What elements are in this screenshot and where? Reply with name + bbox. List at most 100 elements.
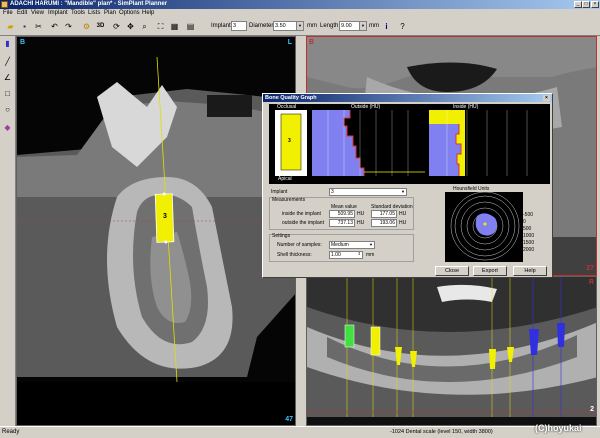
- diameter-value: 3.50: [275, 23, 286, 29]
- inside-mean-field: 509.95: [329, 210, 355, 218]
- cut-icon[interactable]: ✂: [32, 20, 45, 33]
- x-tick: 1000: [356, 178, 368, 184]
- length-value: 9.00: [341, 23, 352, 29]
- nerve-tool-icon[interactable]: ◆: [2, 122, 13, 133]
- measure-line-icon[interactable]: ╱: [2, 56, 13, 67]
- inside-mean-value: 509.95: [337, 211, 353, 217]
- close-button[interactable]: ×: [591, 1, 599, 8]
- x-tick: 2500: [404, 178, 416, 184]
- outside-std-field: 193.06: [371, 219, 397, 227]
- menu-tools[interactable]: Tools: [71, 9, 85, 18]
- length-label: Length: [320, 23, 339, 29]
- radial-tick: 1000: [523, 233, 535, 239]
- x-tick: 2000: [501, 178, 513, 184]
- implant-number-marker: 3: [163, 213, 167, 220]
- menu-plan[interactable]: Plan: [104, 9, 116, 18]
- menu-bar: File Edit View Implant Tools Lists Plan …: [0, 9, 600, 18]
- status-bar: Ready -1024 Dental scale (level 150, wid…: [0, 426, 600, 438]
- unit: HU: [357, 220, 365, 226]
- watermark-text: (C)hoyukai: [535, 423, 582, 433]
- length-select[interactable]: 9.00 ▼: [339, 21, 367, 31]
- maximize-button[interactable]: □: [582, 1, 590, 8]
- inside-std-field: 177.05: [371, 210, 397, 218]
- layout-icon[interactable]: ▤: [184, 20, 197, 33]
- angle-icon[interactable]: ∠: [2, 72, 13, 83]
- implant-select[interactable]: 3 ▼: [329, 188, 407, 196]
- apical-label: Apical: [278, 176, 292, 182]
- zoom-icon[interactable]: ⌕: [138, 20, 151, 33]
- grid-layout-icon[interactable]: ▦: [168, 20, 181, 33]
- radial-tick: 1500: [523, 240, 535, 246]
- menu-view[interactable]: View: [31, 9, 44, 18]
- close-dialog-button[interactable]: Close: [435, 266, 469, 276]
- rectangle-icon[interactable]: □: [2, 88, 13, 99]
- dialog-title-bar: Bone Quality Graph ×: [263, 94, 552, 102]
- x-tick: 2500: [521, 178, 533, 184]
- x-tick: 0: [429, 178, 432, 184]
- menu-implant[interactable]: Implant: [48, 9, 68, 18]
- unit: HU: [357, 211, 365, 217]
- bone-quality-dialog: Bone Quality Graph × Occlusal 3 Apical O…: [262, 93, 553, 278]
- minimize-button[interactable]: _: [574, 1, 582, 8]
- open-folder-icon[interactable]: ▰: [4, 20, 17, 33]
- implant-number-field[interactable]: 3: [231, 21, 247, 31]
- implant-select-value: 3: [331, 189, 334, 195]
- export-button[interactable]: Export: [473, 266, 507, 276]
- move-icon[interactable]: ✥: [124, 20, 137, 33]
- diameter-label: Diameter:: [249, 23, 276, 29]
- panoramic-view[interactable]: R 2: [306, 276, 597, 426]
- circle-icon[interactable]: ○: [2, 104, 13, 115]
- window-title: ADACHI HARUMI : "Mandible" plan* - SimPl…: [10, 1, 168, 7]
- settings-label: Settings: [272, 233, 291, 239]
- slice-number: 47: [285, 416, 293, 423]
- undo-icon[interactable]: ↶: [48, 20, 61, 33]
- shell-thickness-field[interactable]: 1.00 ⇕: [329, 251, 363, 259]
- unit: HU: [399, 220, 407, 226]
- outside-mean-field: 737.13: [329, 219, 355, 227]
- length-unit: mm: [369, 23, 379, 29]
- rotate-icon[interactable]: ⟳: [110, 20, 123, 33]
- inside-hu-graph: [429, 110, 544, 176]
- cross-section-number: 27: [586, 265, 594, 272]
- ct-image-left: [17, 37, 295, 425]
- implant-tool-icon[interactable]: ⚙: [80, 20, 93, 33]
- menu-help[interactable]: Help: [142, 9, 154, 18]
- outside-hu-graph: [310, 110, 425, 176]
- x-tick: 500: [444, 178, 453, 184]
- samples-select[interactable]: Medium ▼: [329, 241, 375, 249]
- row-label: outside the implant: [282, 220, 324, 226]
- view-left-label: B: [20, 39, 26, 46]
- chevron-down-icon[interactable]: ▼: [296, 22, 303, 30]
- chevron-down-icon: ▼: [401, 189, 405, 194]
- info-icon[interactable]: i: [380, 20, 393, 33]
- help-cursor-icon[interactable]: ?: [396, 20, 409, 33]
- chevron-down-icon: ▼: [369, 242, 373, 247]
- menu-file[interactable]: File: [3, 9, 13, 18]
- radial-tick: 0: [523, 219, 526, 225]
- shell-label: Shell thickness:: [277, 252, 312, 258]
- diameter-select[interactable]: 3.50 ▼: [273, 21, 304, 31]
- help-button[interactable]: Help: [513, 266, 547, 276]
- redo-icon[interactable]: ↷: [62, 20, 75, 33]
- inside-std-value: 177.05: [379, 211, 395, 217]
- menu-lists[interactable]: Lists: [88, 9, 100, 18]
- row-label: inside the implant: [282, 211, 321, 217]
- axial-view[interactable]: B L 3 47: [16, 36, 296, 426]
- menu-edit[interactable]: Edit: [17, 9, 27, 18]
- dialog-close-icon[interactable]: ×: [543, 95, 550, 101]
- 3d-view-icon[interactable]: 3D: [94, 20, 107, 33]
- save-icon[interactable]: ▪: [18, 20, 31, 33]
- x-tick: -500: [310, 178, 321, 184]
- pointer-icon[interactable]: ▮: [2, 38, 13, 49]
- outside-mean-value: 737.13: [337, 220, 353, 226]
- panoramic-number: 2: [590, 406, 594, 413]
- implant-label: Implant: [211, 23, 231, 29]
- spinner-icon[interactable]: ⇕: [358, 251, 361, 257]
- crop-icon[interactable]: ⛶: [154, 20, 167, 33]
- chevron-down-icon[interactable]: ▼: [359, 22, 366, 30]
- menu-options[interactable]: Options: [119, 9, 140, 18]
- radial-tick: 500: [523, 226, 532, 232]
- unit: HU: [399, 211, 407, 217]
- toolbar: ▰ ▪ ✂ ↶ ↷ ⚙ 3D ⟳ ✥ ⌕ ⛶ ▦ ▤ Implant 3 Dia…: [0, 18, 600, 36]
- implant-diagram-number: 3: [288, 138, 291, 144]
